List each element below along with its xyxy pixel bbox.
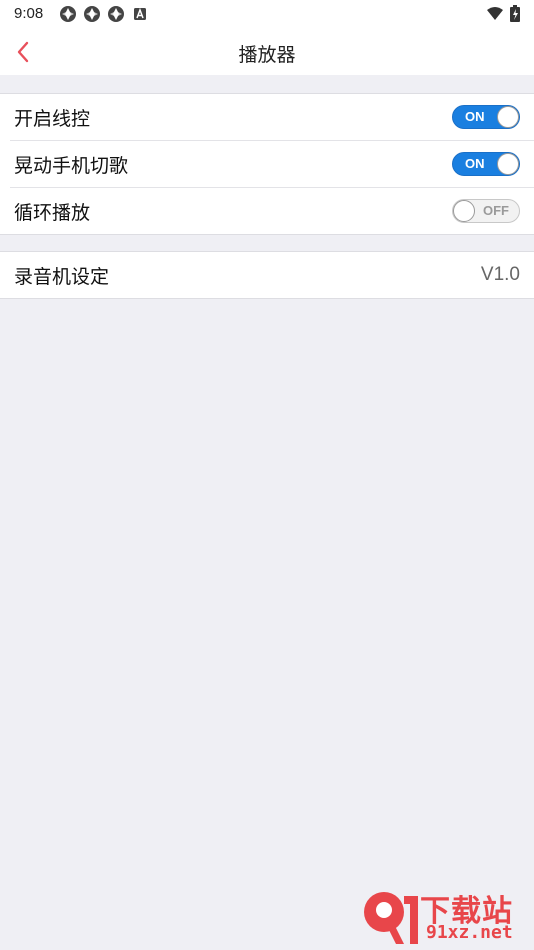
a-notification-icon [134,7,146,20]
status-bar: 9:08 [0,0,534,28]
app-notification-icon [108,6,124,22]
toggle-knob [497,153,519,175]
version-value: V1.0 [480,264,520,285]
battery-charging-icon [510,5,520,22]
watermark-logo-icon [364,892,418,944]
toggle-state-text: OFF [483,203,509,218]
app-notification-icon [84,6,100,22]
settings-row-shake-switch: 晃动手机切歌 ON [10,141,534,188]
status-time: 9:08 [14,5,44,22]
recorder-settings-group: 录音机设定 V1.0 [0,251,534,299]
wire-control-toggle[interactable]: ON [452,105,520,129]
loop-play-toggle[interactable]: OFF [452,199,520,223]
shake-switch-toggle[interactable]: ON [452,152,520,176]
toggle-knob [453,200,475,222]
settings-row-loop-play: 循环播放 OFF [10,188,534,234]
settings-label: 录音机设定 [14,265,110,288]
settings-row-recorder[interactable]: 录音机设定 V1.0 [10,252,534,298]
toggle-knob [497,106,519,128]
nav-bar: 播放器 [0,28,534,75]
settings-row-wire-control: 开启线控 ON [10,94,534,141]
toggle-state-text: ON [465,109,485,124]
watermark: 下载站 91xz.net [360,886,532,948]
player-settings-group: 开启线控 ON 晃动手机切歌 ON 循环播放 OFF [0,93,534,235]
settings-label: 晃动手机切歌 [14,154,129,177]
settings-label: 开启线控 [14,107,91,130]
watermark-en-text: 91xz.net [426,922,513,943]
app-notification-icon [60,6,76,22]
status-notification-icons [59,5,149,23]
wifi-icon [487,6,503,20]
status-system-icons [486,5,520,22]
page-title: 播放器 [238,44,296,66]
settings-label: 循环播放 [14,201,91,224]
toggle-state-text: ON [465,156,485,171]
